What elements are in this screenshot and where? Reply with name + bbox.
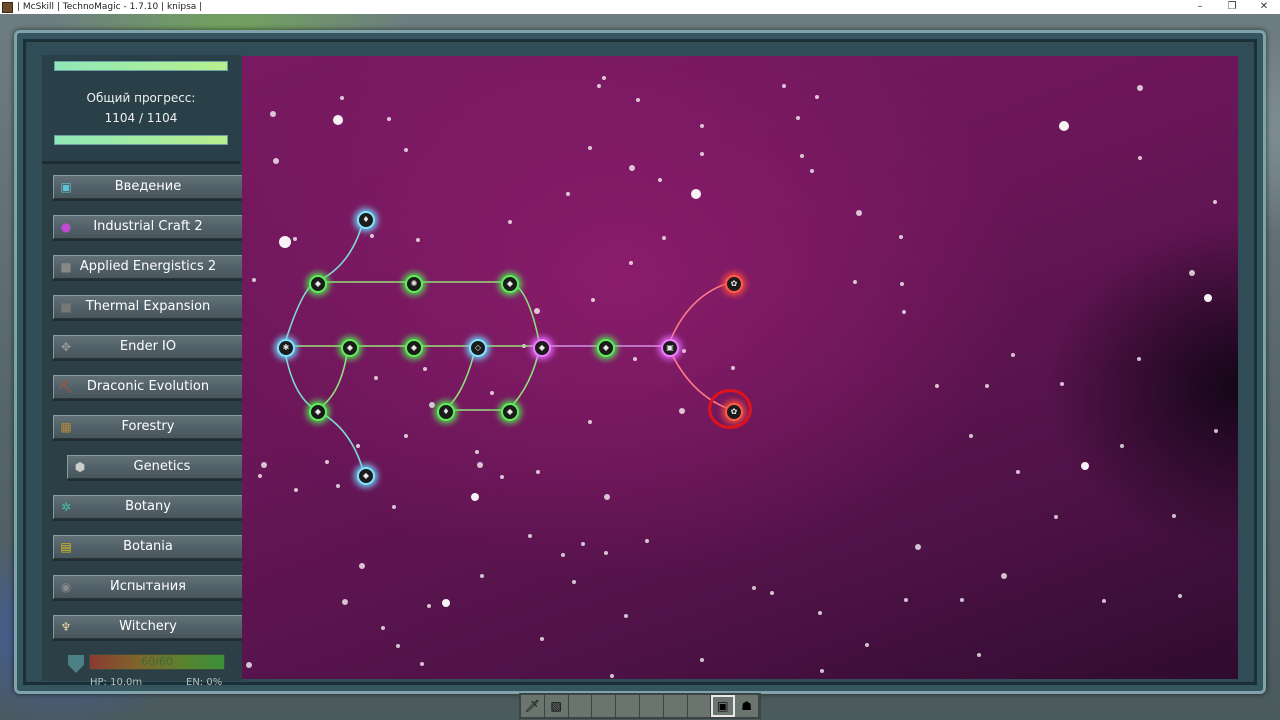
hotbar-slot[interactable]: [687, 695, 712, 717]
health-bar: 60/60: [89, 654, 225, 670]
link-n11-n12: [667, 281, 733, 347]
research-node-block-icon[interactable]: ◆: [357, 467, 375, 485]
research-node-block-icon[interactable]: ◆: [533, 339, 551, 357]
highlight-circle: [708, 389, 752, 429]
progress-bar-top-fill: [55, 62, 227, 70]
category-button-draconic-evolution[interactable]: ⛏ Draconic Evolution: [53, 375, 243, 399]
hotbar-slot[interactable]: ▣: [711, 695, 736, 717]
category-label: Forestry: [121, 419, 175, 434]
candles-icon: ♆: [60, 620, 72, 634]
progress-bar-bottom-fill: [55, 136, 227, 144]
category-button-botany[interactable]: ✲ Botany: [53, 495, 243, 519]
research-tree-canvas[interactable]: ♦ ◆ ✺ ◆ ✱ ◆ ◆ ◇ ◆ ◆ ▣ ✿ ✿ ◆ ♦ ◆ ◆: [242, 56, 1238, 679]
category-button-genetics[interactable]: ⬢ Genetics: [67, 455, 257, 479]
me-block-icon: ■: [60, 260, 72, 274]
research-node-potion-icon[interactable]: ♦: [357, 211, 375, 229]
research-node-crystal-icon[interactable]: ◇: [469, 339, 487, 357]
category-button-botania[interactable]: ▤ Botania: [53, 535, 243, 559]
research-node-terminal-icon[interactable]: ▣: [661, 339, 679, 357]
research-node-bee-icon[interactable]: ✿: [725, 275, 743, 293]
hotbar-slot[interactable]: [592, 695, 617, 717]
conduit-icon: ✥: [60, 340, 72, 354]
category-label: Draconic Evolution: [86, 379, 210, 394]
category-button-ender-io[interactable]: ✥ Ender IO: [53, 335, 243, 359]
category-label: Genetics: [133, 459, 191, 474]
orb-icon: ◉: [60, 580, 72, 594]
progress-bar-top: [54, 61, 228, 71]
research-node-block-icon[interactable]: ◆: [501, 275, 519, 293]
close-button[interactable]: ✕: [1248, 0, 1280, 14]
category-label: Witchery: [119, 619, 177, 634]
link-n16-n9: [507, 345, 541, 411]
category-button-thermal-expansion[interactable]: ■ Thermal Expansion: [53, 295, 243, 319]
category-button-witchery[interactable]: ♆ Witchery: [53, 615, 243, 639]
book-icon: ▣: [60, 180, 72, 194]
hotbar-slot[interactable]: [568, 695, 593, 717]
category-label: Испытания: [110, 579, 186, 594]
research-node-root-icon[interactable]: ✱: [277, 339, 295, 357]
progress-bar-bottom: [54, 135, 228, 145]
progress-panel: Общий прогресс: 1104 / 1104: [42, 55, 240, 164]
category-label: Thermal Expansion: [85, 299, 211, 314]
window-title: | McSkill | TechnoMagic - 1.7.10 | knips…: [17, 2, 203, 12]
research-node-block-icon[interactable]: ◆: [501, 403, 519, 421]
minecraft-app-icon: [2, 1, 13, 13]
research-node-potion-icon[interactable]: ♦: [437, 403, 455, 421]
research-node-block-icon[interactable]: ◆: [597, 339, 615, 357]
minimize-button[interactable]: –: [1184, 0, 1216, 14]
hp-status-text: HP: 10.0m: [90, 677, 143, 688]
analyser-icon: ⬢: [74, 460, 86, 474]
lexicon-icon: ▤: [60, 540, 72, 554]
hotbar-slot[interactable]: 🗡: [521, 695, 545, 717]
hotbar-slot[interactable]: ☗: [735, 695, 759, 717]
hotbar: 🗡 ▧ ▣ ☗: [519, 693, 761, 719]
rubber-blob-icon: ●: [60, 220, 72, 234]
hotbar-slot[interactable]: ▧: [544, 695, 569, 717]
research-node-ore-icon[interactable]: ✺: [405, 275, 423, 293]
research-node-block-icon[interactable]: ◆: [309, 403, 327, 421]
category-label: Applied Energistics 2: [79, 259, 217, 274]
machine-block-icon: ■: [60, 300, 72, 314]
link-n6-n14: [315, 345, 349, 411]
window-controls: – ❐ ✕: [1184, 0, 1280, 14]
hotbar-slot[interactable]: [616, 695, 640, 717]
research-connections: [283, 217, 733, 475]
link-n14-n17: [315, 409, 365, 475]
category-button-ispytaniya[interactable]: ◉ Испытания: [53, 575, 243, 599]
pickaxe-icon: ⛏: [58, 380, 74, 394]
research-node-block-icon[interactable]: ◆: [341, 339, 359, 357]
energy-status-text: EN: 0%: [186, 677, 223, 688]
category-button-industrial-craft-2[interactable]: ● Industrial Craft 2: [53, 215, 243, 239]
category-label: Industrial Craft 2: [93, 219, 203, 234]
research-node-block-icon[interactable]: ◆: [309, 275, 327, 293]
category-button-vvedenie[interactable]: ▣ Введение: [53, 175, 243, 199]
hotbar-slot[interactable]: [639, 695, 664, 717]
category-label: Ender IO: [119, 339, 177, 354]
category-label: Botany: [125, 499, 171, 514]
progress-label: Общий прогресс:: [86, 91, 196, 105]
plant-icon: ✲: [60, 500, 72, 514]
category-button-forestry[interactable]: ▦ Forestry: [53, 415, 243, 439]
restore-button[interactable]: ❐: [1216, 0, 1248, 14]
category-label: Botania: [123, 539, 173, 554]
progress-value: 1104 / 1104: [104, 111, 178, 125]
crate-icon: ▦: [60, 420, 72, 434]
category-label: Введение: [114, 179, 182, 194]
link-n8-n15: [443, 345, 477, 411]
hotbar-slot[interactable]: [663, 695, 688, 717]
research-node-block-icon[interactable]: ◆: [405, 339, 423, 357]
category-button-applied-energistics-2[interactable]: ■ Applied Energistics 2: [53, 255, 243, 279]
window-title-bar: | McSkill | TechnoMagic - 1.7.10 | knips…: [0, 0, 1280, 14]
